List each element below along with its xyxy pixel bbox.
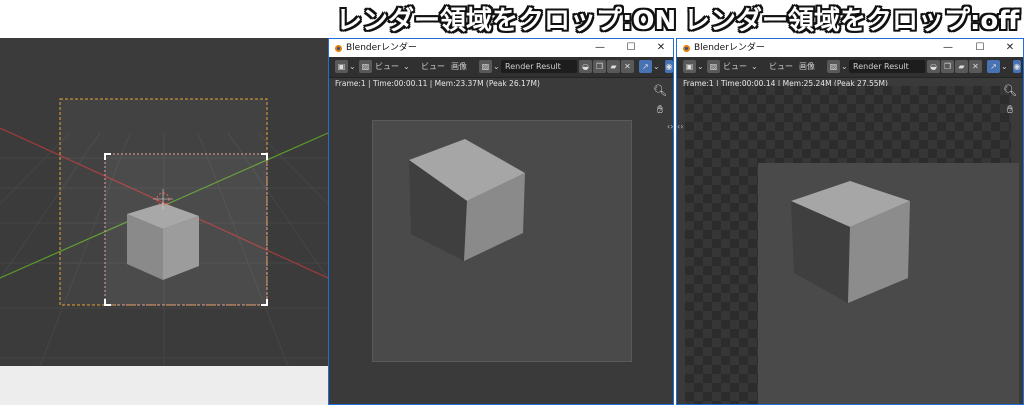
view-menu[interactable]: ビュー (723, 60, 747, 74)
editor-type-icon[interactable]: ▣ (335, 60, 348, 73)
duplicate-icon[interactable]: ❐ (941, 60, 954, 73)
image-menu[interactable]: 画像 (451, 60, 467, 74)
render-stats: Frame:1 | Time:00:00.11 | Mem:23.37M (Pe… (335, 79, 540, 88)
hand-icon[interactable]: ✋︎ (1003, 103, 1017, 117)
zoom-icon[interactable]: 🔍︎ (653, 84, 667, 98)
minimize-button[interactable]: — (937, 39, 959, 57)
rendered-cube (791, 181, 910, 303)
image-name-field[interactable]: Render Result (849, 60, 925, 73)
3d-viewport[interactable] (0, 38, 328, 366)
view-menu[interactable]: ビュー (375, 60, 399, 74)
caption-crop-on: レンダー領域をクロップ:ON (336, 6, 677, 36)
chevron-down-icon[interactable]: ⌄ (653, 60, 660, 74)
window-title: Blenderレンダー (346, 43, 417, 53)
render-result-image (372, 120, 632, 362)
fake-user-icon[interactable]: ◒ (579, 60, 592, 73)
hand-icon[interactable]: ✋︎ (653, 103, 667, 117)
window-title: Blenderレンダー (694, 43, 765, 53)
region-toggle-arrows[interactable]: ‹› (677, 120, 685, 134)
unlink-icon[interactable]: ✕ (621, 60, 634, 73)
unlink-icon[interactable]: ✕ (969, 60, 982, 73)
region-toggle-arrows[interactable]: ‹› (667, 120, 673, 134)
close-button[interactable]: ✕ (650, 39, 672, 57)
caption-crop-off: レンダー領域をクロップ:off (684, 6, 1020, 36)
sample-tool-icon[interactable]: ↗ (987, 60, 1000, 73)
image-editor-header: ▣ ⌄ ▨ ビュー ⌄ ビュー 画像 ▨ ⌄ Render Result ◒ ❐… (677, 57, 1023, 78)
minimize-button[interactable]: — (589, 39, 611, 57)
chevron-down-icon[interactable]: ⌄ (751, 60, 758, 74)
maximize-button[interactable]: ☐ (620, 39, 642, 57)
image-browse-icon[interactable]: ▨ (479, 60, 492, 73)
chevron-down-icon[interactable]: ⌄ (493, 60, 500, 74)
blender-logo-icon (683, 45, 690, 52)
editor-type-icon[interactable]: ▣ (683, 60, 696, 73)
chevron-down-icon[interactable]: ⌄ (349, 60, 356, 74)
viewport-scene (0, 98, 328, 366)
render-result-image (758, 163, 1019, 404)
render-window-crop-on[interactable]: Blenderレンダー — ☐ ✕ ▣ ⌄ ▨ ビュー ⌄ ビュー 画像 ▨ ⌄… (328, 38, 674, 405)
bottom-strip (0, 366, 328, 405)
view-menu-2[interactable]: ビュー (769, 60, 793, 74)
titlebar[interactable]: Blenderレンダー — ☐ ✕ (329, 39, 673, 57)
overlay-icon[interactable]: ◉ (665, 60, 673, 73)
titlebar[interactable]: Blenderレンダー — ☐ ✕ (677, 39, 1023, 57)
render-window-crop-off[interactable]: Blenderレンダー — ☐ ✕ ▣ ⌄ ▨ ビュー ⌄ ビュー 画像 ▨ ⌄… (676, 38, 1024, 405)
duplicate-icon[interactable]: ❐ (593, 60, 606, 73)
close-button[interactable]: ✕ (999, 39, 1021, 57)
chevron-down-icon[interactable]: ⌄ (1001, 60, 1008, 74)
open-folder-icon[interactable]: ▰ (607, 60, 620, 73)
view-mode-icon[interactable]: ▨ (359, 60, 372, 73)
image-editor-header: ▣ ⌄ ▨ ビュー ⌄ ビュー 画像 ▨ ⌄ Render Result ◒ ❐… (329, 57, 673, 78)
image-name-field[interactable]: Render Result (501, 60, 577, 73)
view-menu-2[interactable]: ビュー (421, 60, 445, 74)
zoom-icon[interactable]: 🔍︎ (1003, 84, 1017, 98)
rendered-cube (409, 139, 525, 261)
open-folder-icon[interactable]: ▰ (955, 60, 968, 73)
fake-user-icon[interactable]: ◒ (927, 60, 940, 73)
view-mode-icon[interactable]: ▨ (707, 60, 720, 73)
chevron-down-icon[interactable]: ⌄ (841, 60, 848, 74)
blender-logo-icon (335, 45, 342, 52)
image-menu[interactable]: 画像 (799, 60, 815, 74)
chevron-down-icon[interactable]: ⌄ (697, 60, 704, 74)
maximize-button[interactable]: ☐ (969, 39, 991, 57)
sample-tool-icon[interactable]: ↗ (639, 60, 652, 73)
chevron-down-icon[interactable]: ⌄ (403, 60, 410, 74)
image-browse-icon[interactable]: ▨ (827, 60, 840, 73)
overlay-icon[interactable]: ◉ (1013, 60, 1021, 73)
